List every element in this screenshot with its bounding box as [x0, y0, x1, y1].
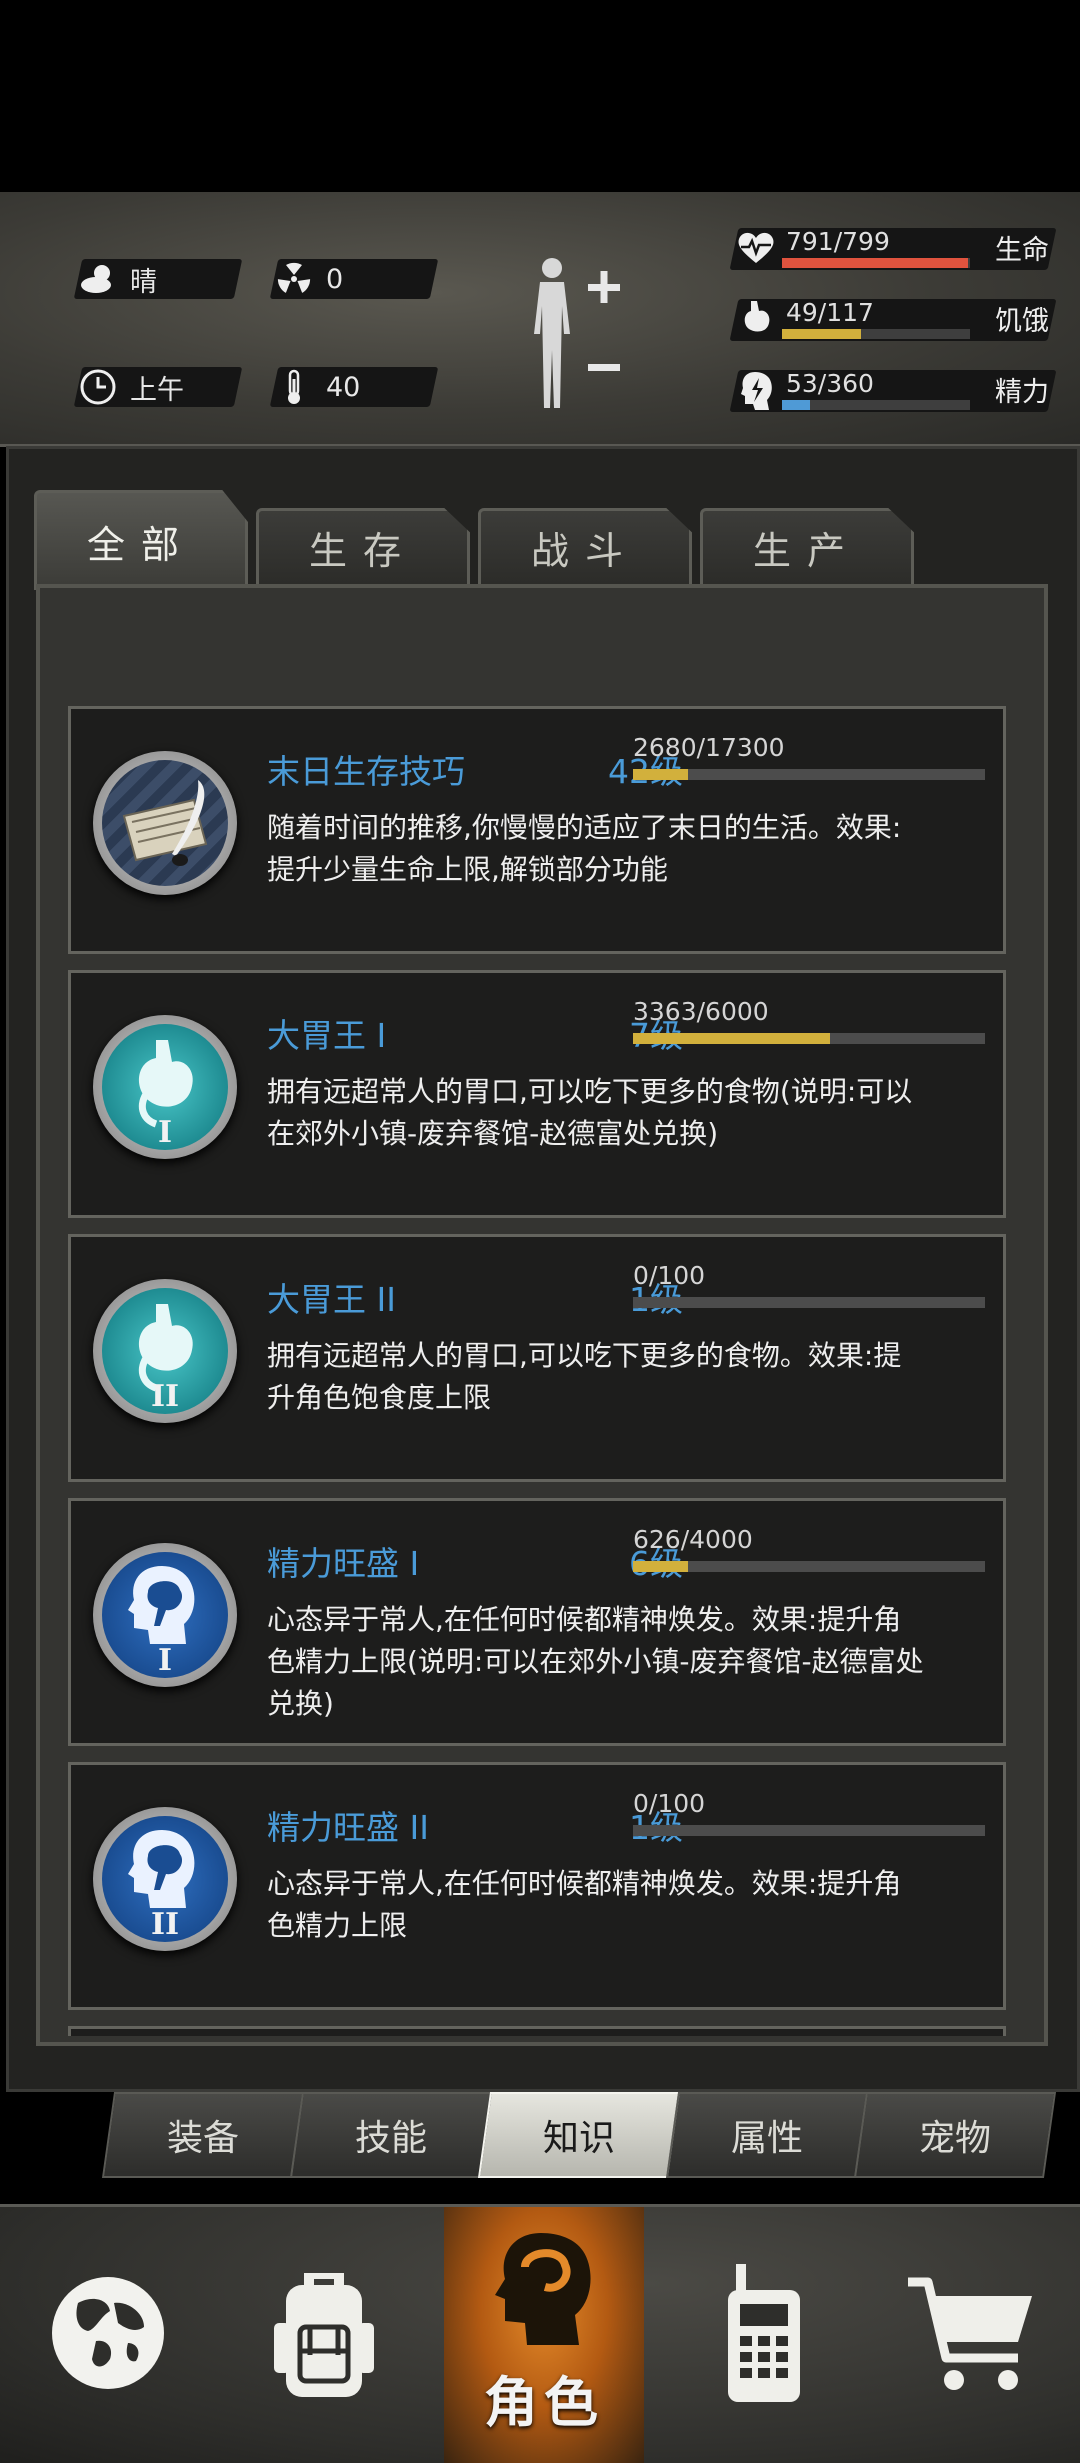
brain-head-badge-icon: II: [93, 1793, 237, 1971]
nav-backpack[interactable]: [224, 2207, 424, 2463]
tab-equipment[interactable]: 装备: [101, 2092, 305, 2178]
energy-stat: 53/360 精力: [720, 364, 1057, 416]
backpack-icon: [264, 2263, 384, 2407]
energy-bar: [782, 400, 970, 410]
knowledge-title: 大胃王 I: [267, 1016, 387, 1055]
knowledge-card[interactable]: I 精力旺盛 I 6级 626/4000 心态异于常人,在任何时候都精神焕发。效…: [68, 1498, 1006, 1746]
character-head-icon: [479, 2225, 609, 2369]
body-stats-icon[interactable]: [522, 254, 622, 414]
knowledge-progress-text: 0/100: [633, 1789, 706, 1818]
temperature-chip: 40: [269, 367, 439, 407]
radiation-icon: [274, 259, 314, 299]
knowledge-progress-text: 2680/17300: [633, 733, 785, 762]
stomach-badge-icon: II: [93, 1265, 237, 1443]
status-area: 晴 0 上午 40 791/799 生命 49/117 饥饿 53/360 精力: [0, 192, 1080, 447]
knowledge-title: 精力旺盛 II: [267, 1808, 429, 1847]
knowledge-progress-bar: [633, 769, 985, 780]
svg-text:I: I: [158, 1643, 172, 1678]
knowledge-card[interactable]: I 大胃王 I 7级 3363/6000 拥有远超常人的胃口,可以吃下更多的食物…: [68, 970, 1006, 1218]
hunger-value: 49/117: [786, 298, 874, 327]
knowledge-title: 末日生存技巧: [267, 752, 465, 791]
nav-character-label: 角色: [484, 2371, 604, 2434]
tab-skills[interactable]: 技能: [289, 2092, 493, 2178]
health-bar: [782, 258, 970, 268]
health-value: 791/799: [786, 227, 890, 256]
knowledge-progress-bar: [633, 1033, 985, 1044]
shopping-cart-icon: [902, 2268, 1042, 2402]
radiation-value: 0: [326, 263, 344, 295]
knowledge-progress-bar: [633, 1297, 985, 1308]
stomach-icon: [734, 295, 778, 343]
time-chip: 上午: [73, 367, 243, 407]
knowledge-card[interactable]: II 大胃王 II 1级 0/100 拥有远超常人的胃口,可以吃下更多的食物。效…: [68, 1234, 1006, 1482]
radiation-chip: 0: [269, 259, 439, 299]
nav-radio[interactable]: [664, 2207, 864, 2463]
hunger-label: 饥饿: [995, 306, 1049, 337]
cloud-sun-icon: [78, 259, 118, 299]
character-sub-nav: 装备 技能 知识 属性 宠物: [101, 2092, 1068, 2184]
weather-label: 晴: [130, 266, 157, 298]
knowledge-description: 拥有远超常人的胃口,可以吃下更多的食物。效果:提升角色饱食度上限: [267, 1339, 902, 1414]
tab-knowledge[interactable]: 知识: [477, 2092, 681, 2178]
hunger-bar: [782, 329, 970, 339]
hunger-stat: 49/117 饥饿: [720, 293, 1057, 345]
bottom-nav: 角色: [0, 2204, 1080, 2463]
brain-head-badge-icon: I: [93, 1529, 237, 1707]
walkie-talkie-icon: [714, 2258, 814, 2412]
knowledge-title: 大胃王 II: [267, 1280, 396, 1319]
tab-survival[interactable]: 生存: [256, 508, 470, 584]
temperature-value: 40: [326, 371, 361, 403]
tab-combat[interactable]: 战斗: [478, 508, 692, 584]
knowledge-description: 拥有远超常人的胃口,可以吃下更多的食物(说明:可以在郊外小镇-废弃餐馆-赵德富处…: [267, 1075, 913, 1150]
energy-value: 53/360: [786, 369, 874, 398]
knowledge-progress-bar: [633, 1561, 985, 1572]
tab-all[interactable]: 全部: [34, 490, 248, 590]
health-stat: 791/799 生命: [720, 222, 1057, 274]
knowledge-description: 心态异于常人,在任何时候都精神焕发。效果:提升角色精力上限: [267, 1867, 902, 1942]
svg-text:II: II: [151, 1379, 179, 1414]
tab-pets[interactable]: 宠物: [853, 2092, 1057, 2178]
nav-character[interactable]: 角色: [444, 2207, 644, 2463]
tab-production[interactable]: 生产: [700, 508, 914, 584]
knowledge-description: 随着时间的推移,你慢慢的适应了末日的生活。效果:提升少量生命上限,解锁部分功能: [267, 811, 902, 886]
svg-text:II: II: [151, 1907, 179, 1942]
knowledge-progress-bar: [633, 1825, 985, 1836]
scroll-quill-icon: [93, 737, 237, 915]
knowledge-title: 精力旺盛 I: [267, 1544, 420, 1583]
heart-icon: [734, 224, 778, 272]
clock-icon: [78, 367, 118, 407]
health-label: 生命: [995, 235, 1049, 266]
svg-text:I: I: [158, 1115, 172, 1150]
knowledge-progress-text: 0/100: [633, 1261, 706, 1290]
nav-shop[interactable]: [872, 2207, 1072, 2463]
globe-icon: [48, 2273, 168, 2397]
knowledge-card[interactable]: II 精力旺盛 II 1级 0/100 心态异于常人,在任何时候都精神焕发。效果…: [68, 1762, 1006, 2010]
thermometer-icon: [274, 367, 314, 407]
knowledge-description: 心态异于常人,在任何时候都精神焕发。效果:提升角色精力上限(说明:可以在郊外小镇…: [267, 1603, 924, 1720]
knowledge-progress-text: 3363/6000: [633, 997, 769, 1026]
weather-chip: 晴: [73, 259, 243, 299]
nav-map[interactable]: [8, 2207, 208, 2463]
energy-head-icon: [734, 366, 778, 414]
tab-attributes[interactable]: 属性: [665, 2092, 869, 2178]
time-label: 上午: [130, 374, 184, 406]
stomach-badge-icon: I: [93, 1001, 237, 1179]
knowledge-progress-text: 626/4000: [633, 1525, 753, 1554]
knowledge-card[interactable]: 末日生存技巧 42级 2680/17300 随着时间的推移,你慢慢的适应了末日的…: [68, 706, 1006, 954]
energy-label: 精力: [995, 377, 1049, 408]
knowledge-card-partial: [68, 2026, 1006, 2036]
